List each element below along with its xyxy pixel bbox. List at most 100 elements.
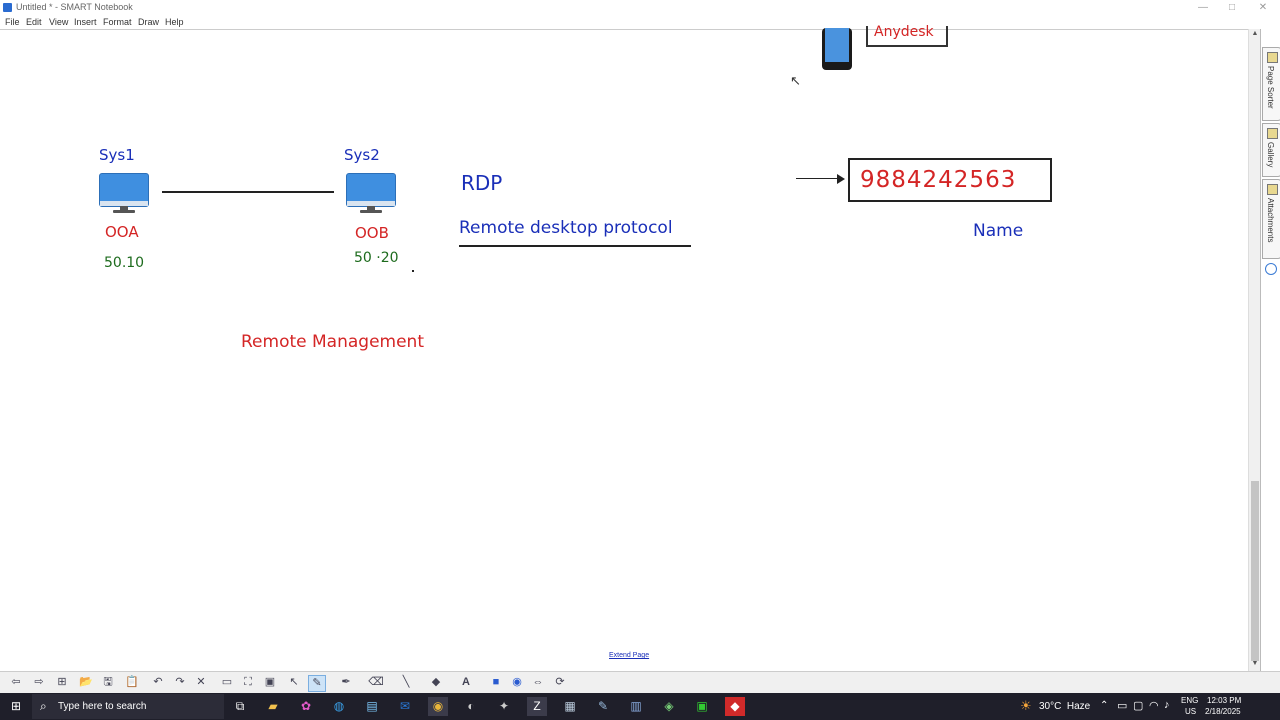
paste-icon[interactable]: 📋	[124, 675, 140, 690]
app-icon-4[interactable]: ◈	[659, 697, 679, 716]
network-icon[interactable]: ▭	[1117, 699, 1127, 712]
sys2-ip: 50 ·20	[354, 250, 399, 266]
select-icon[interactable]: ↖	[286, 675, 302, 690]
tab-attachments-label: Attachments	[1266, 198, 1275, 243]
sys2-label: OOB	[355, 224, 389, 242]
outlook-icon[interactable]: ✉	[395, 697, 415, 716]
scrollbar-thumb[interactable]	[1251, 481, 1259, 661]
text-icon[interactable]: A	[458, 675, 474, 690]
zoom-icon[interactable]: Z	[527, 697, 547, 716]
sys1-label: OOA	[105, 223, 139, 241]
attachments-icon	[1267, 184, 1278, 195]
store-icon[interactable]: ▤	[362, 697, 382, 716]
wifi-icon[interactable]: ◠	[1149, 699, 1159, 712]
chrome-icon[interactable]: ◉	[428, 697, 448, 716]
add-page-icon[interactable]: ⊞	[54, 675, 70, 690]
anydesk-box: Anydesk	[866, 24, 948, 47]
search-icon: ⌕	[40, 699, 47, 713]
toolbar-settings-icon[interactable]: ⟳	[552, 675, 568, 690]
sys2-name: Sys2	[344, 146, 380, 164]
smart-notebook-icon[interactable]: ▦	[560, 697, 580, 716]
capture-icon[interactable]: ▣	[262, 675, 278, 690]
ink-dot	[412, 270, 414, 272]
weather-icon: ☀	[1020, 698, 1032, 713]
windows-taskbar: ⊞ ⌕ Type here to search ⧉ ▰ ✿ ◍ ▤ ✉ ◉ ◐ …	[0, 693, 1280, 720]
smart-notebook-app-icon	[3, 3, 12, 12]
back-icon[interactable]: ⇦	[8, 675, 24, 690]
anydesk-icon[interactable]: ◆	[725, 697, 745, 716]
app-icon-5[interactable]: ▣	[692, 697, 712, 716]
move-toolbar-icon[interactable]: ⇔	[530, 675, 546, 690]
app-icon-2[interactable]: ✦	[494, 697, 514, 716]
language-bottom[interactable]: US	[1185, 707, 1196, 716]
rdp-underline	[459, 245, 691, 247]
search-placeholder: Type here to search	[58, 701, 147, 712]
menu-bar: File Edit View Insert Format Draw Help	[0, 15, 1280, 29]
edge-icon[interactable]: ◍	[329, 697, 349, 716]
bottom-toolbar: ⇦ ⇨ ⊞ 📂 🖫 📋 ↶ ↷ ✕ ▭ ⛶ ▣ ↖ ✎ ✒ ⌫ ╲ ◆ A ■ …	[0, 671, 1280, 694]
id-number: 9884242563	[860, 167, 1017, 193]
tab-page-sorter[interactable]: Page Sorter	[1262, 47, 1280, 121]
menu-format[interactable]: Format	[103, 17, 132, 27]
clock-date[interactable]: 2/18/2025	[1205, 707, 1241, 716]
language-top[interactable]: ENG	[1181, 696, 1198, 705]
task-view-icon[interactable]: ⧉	[230, 697, 250, 716]
open-icon[interactable]: 📂	[78, 675, 94, 690]
pen-icon[interactable]: ✎	[308, 675, 326, 692]
maximize-button[interactable]: □	[1215, 0, 1249, 15]
properties-tab-icon[interactable]	[1265, 263, 1277, 275]
creative-pen-icon[interactable]: ✒	[338, 675, 354, 690]
eraser-icon[interactable]: ⌫	[368, 675, 384, 690]
rdp-acronym: RDP	[461, 171, 503, 195]
menu-draw[interactable]: Draw	[138, 17, 159, 27]
save-icon[interactable]: 🖫	[100, 675, 116, 690]
sys1-monitor-icon	[99, 173, 149, 215]
close-button[interactable]: ✕	[1246, 0, 1280, 15]
properties-icon[interactable]: ◉	[509, 675, 525, 690]
tray-chevron-icon[interactable]: ⌃	[1100, 700, 1108, 711]
menu-file[interactable]: File	[5, 17, 20, 27]
forward-icon[interactable]: ⇨	[31, 675, 47, 690]
anydesk-label: Anydesk	[874, 24, 934, 40]
fill-icon[interactable]: ■	[488, 675, 504, 690]
connection-line	[162, 191, 334, 193]
shapes-icon[interactable]: ◆	[428, 675, 444, 690]
delete-icon[interactable]: ✕	[193, 675, 209, 690]
remote-management-label: Remote Management	[241, 332, 424, 352]
arrow-line	[796, 178, 838, 179]
window-title: Untitled * - SMART Notebook	[16, 2, 133, 12]
tab-attachments[interactable]: Attachments	[1262, 179, 1280, 259]
title-bar: Untitled * - SMART Notebook — □ ✕	[0, 0, 1280, 15]
app-icon-3[interactable]: ✎	[593, 697, 613, 716]
file-explorer-icon[interactable]: ▰	[263, 697, 283, 716]
sys1-name: Sys1	[99, 146, 135, 164]
undo-icon[interactable]: ↶	[150, 675, 166, 690]
menu-insert[interactable]: Insert	[74, 17, 97, 27]
copilot-icon[interactable]: ✿	[296, 697, 316, 716]
whiteboard-canvas[interactable]: Anydesk ↖ Sys1 OOA 50.10 Sys2 OOB 50 ·20…	[0, 24, 1248, 672]
menu-edit[interactable]: Edit	[26, 17, 42, 27]
phone-icon	[822, 28, 852, 70]
display-icon[interactable]: ▢	[1133, 699, 1143, 712]
arrow-head-icon	[837, 174, 845, 184]
taskbar-search-box[interactable]: ⌕ Type here to search	[32, 694, 224, 719]
full-screen-icon[interactable]: ⛶	[240, 675, 256, 690]
extend-page-link[interactable]: Extend Page	[609, 652, 649, 659]
id-number-box: 9884242563	[848, 158, 1052, 202]
tab-gallery[interactable]: Gallery	[1262, 123, 1280, 177]
gallery-icon	[1267, 128, 1278, 139]
redo-icon[interactable]: ↷	[172, 675, 188, 690]
clock-time[interactable]: 12:03 PM	[1207, 696, 1241, 705]
name-label: Name	[973, 221, 1024, 241]
line-icon[interactable]: ╲	[398, 675, 414, 690]
mouse-cursor-icon: ↖	[790, 74, 801, 89]
windows-start-icon[interactable]: ⊞	[6, 697, 26, 716]
menu-view[interactable]: View	[49, 17, 68, 27]
weather-text[interactable]: 30°C Haze	[1039, 701, 1090, 712]
menu-help[interactable]: Help	[165, 17, 184, 27]
calculator-icon[interactable]: ▥	[626, 697, 646, 716]
volume-icon[interactable]: ♪	[1164, 699, 1170, 711]
tab-page-sorter-label: Page Sorter	[1266, 66, 1275, 109]
screen-shade-icon[interactable]: ▭	[219, 675, 235, 690]
app-icon-1[interactable]: ◐	[461, 697, 481, 716]
